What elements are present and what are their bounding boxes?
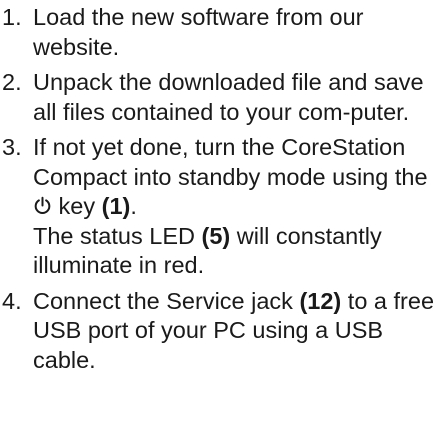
step-text: Unpack the downloaded file and save all … (33, 69, 424, 125)
step-text: . (130, 193, 137, 219)
step-text: If not yet done, turn the CoreStation Co… (33, 134, 428, 190)
step-paragraph-2: The status LED (5) will constantly illum… (33, 222, 440, 281)
step-1: 1. Load the new software from our websit… (2, 3, 440, 62)
reference-number: (5) (201, 222, 231, 249)
step-text: Connect the Service jack (33, 287, 293, 314)
power-icon (33, 196, 52, 215)
instruction-steps: 1. Load the new software from our websit… (2, 3, 440, 375)
step-number: 4. (2, 287, 22, 314)
step-text: key (58, 193, 96, 219)
instruction-page: 1. Load the new software from our websit… (0, 0, 446, 435)
step-3: 3. If not yet done, turn the CoreStation… (2, 133, 440, 281)
reference-number: (12) (299, 287, 342, 314)
step-4: 4. Connect the Service jack (12) to a fr… (2, 287, 440, 376)
step-text: The status LED (33, 222, 195, 249)
step-number: 2. (2, 69, 22, 95)
step-number: 3. (2, 134, 22, 160)
step-2: 2. Unpack the downloaded file and save a… (2, 68, 440, 127)
step-paragraph-1: If not yet done, turn the CoreStation Co… (33, 133, 440, 222)
reference-number: (1) (101, 193, 131, 219)
step-number: 1. (2, 4, 22, 30)
step-text: Load the new software from our website. (33, 4, 364, 60)
